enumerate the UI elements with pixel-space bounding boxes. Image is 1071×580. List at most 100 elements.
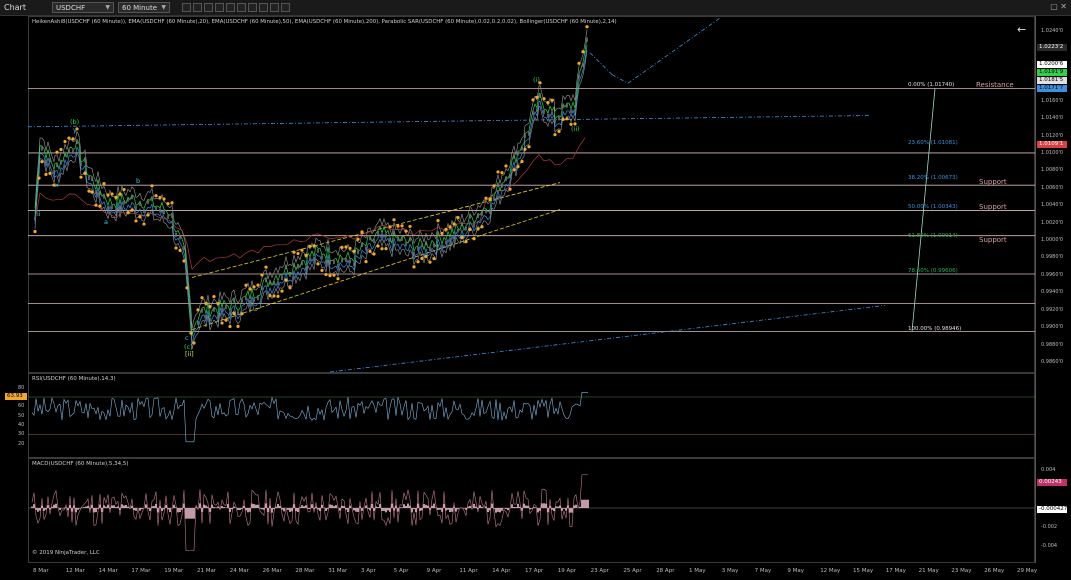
parabolic-sar-dot xyxy=(33,229,37,234)
heiken-ashi-candle xyxy=(369,236,371,241)
price-tick: 0.9940'0 xyxy=(1041,289,1064,296)
heiken-ashi-candle xyxy=(99,190,101,195)
parabolic-sar-dot xyxy=(476,227,480,231)
parabolic-sar-dot xyxy=(166,202,170,206)
macd-histogram-bar xyxy=(407,503,409,508)
heiken-ashi-candle xyxy=(513,154,515,159)
parabolic-sar-dot xyxy=(71,137,75,141)
parabolic-sar-dot xyxy=(87,189,91,193)
wave-label: ii xyxy=(37,210,41,218)
price-tick: 1.0160'0 xyxy=(1041,97,1064,104)
parabolic-sar-dot xyxy=(182,259,186,263)
parabolic-sar-dot xyxy=(464,240,468,244)
wave-label: (ii) xyxy=(571,125,580,133)
price-tag: 1.0223'2 xyxy=(1037,44,1067,51)
parabolic-sar-dot xyxy=(531,98,535,102)
heiken-ashi-candle xyxy=(485,209,487,214)
macd-histogram-bar xyxy=(107,504,109,508)
macd-histogram-bar xyxy=(537,508,539,513)
macd-histogram-bar xyxy=(465,508,467,510)
macd-histogram-bar xyxy=(491,503,493,508)
macd-histogram-bar xyxy=(475,506,477,508)
heiken-ashi-candle xyxy=(151,196,153,201)
macd-histogram-bar xyxy=(121,504,123,508)
heiken-ashi-candle xyxy=(317,248,319,253)
macd-histogram-bar xyxy=(541,503,543,508)
macd-histogram-bar xyxy=(125,504,127,508)
macd-histogram-bar xyxy=(145,504,147,508)
macd-histogram-bar xyxy=(423,504,425,508)
price-tag: 1.0191'9 xyxy=(1037,69,1067,76)
macd-histogram-bar xyxy=(83,507,85,508)
macd-histogram-bar xyxy=(331,504,333,508)
heiken-ashi-candle xyxy=(53,170,55,175)
macd-histogram-bar xyxy=(481,506,483,508)
rsi-tick: 20 xyxy=(18,440,25,447)
heiken-ashi-candle xyxy=(285,265,287,270)
heiken-ashi-candle xyxy=(115,208,117,213)
parabolic-sar-dot xyxy=(557,129,561,133)
macd-histogram-bar xyxy=(581,499,583,508)
bollinger-lower xyxy=(34,50,588,350)
parabolic-sar-dot xyxy=(200,296,204,300)
macd-histogram-bar xyxy=(59,508,61,510)
parabolic-sar-dot xyxy=(98,204,102,208)
macd-histogram-bar xyxy=(237,508,239,511)
macd-tick: -0.004 xyxy=(1041,543,1058,549)
heiken-ashi-candle xyxy=(289,272,291,277)
macd-histogram-bar xyxy=(85,506,87,508)
heiken-ashi-candle xyxy=(111,205,113,210)
macd-histogram-bar xyxy=(527,505,529,508)
heiken-ashi-candle xyxy=(341,258,343,263)
date-tick: 14 Mar xyxy=(98,568,118,574)
macd-histogram-bar xyxy=(455,508,457,512)
price-tick: 0.9980'0 xyxy=(1041,254,1064,261)
heiken-ashi-candle xyxy=(313,256,315,261)
heiken-ashi-candle xyxy=(281,276,283,281)
date-tick: 9 Apr xyxy=(426,568,442,574)
parabolic-sar-dot xyxy=(452,222,456,226)
back-arrow-icon[interactable]: ← xyxy=(1017,23,1026,36)
heiken-ashi-candle xyxy=(365,246,367,251)
parabolic-sar-dot xyxy=(380,247,384,251)
parabolic-sar-dot xyxy=(110,192,114,196)
heiken-ashi-candle xyxy=(413,251,415,256)
heiken-ashi-candle xyxy=(68,149,70,154)
macd-histogram-bar xyxy=(93,508,95,513)
heiken-ashi-candle xyxy=(361,243,363,248)
heiken-ashi-candle xyxy=(261,286,263,291)
rsi-tick: 80 xyxy=(18,384,25,391)
date-tick: 17 May xyxy=(885,568,906,574)
heiken-ashi-candle xyxy=(421,243,423,248)
parabolic-sar-dot xyxy=(388,225,392,229)
parabolic-sar-dot xyxy=(328,274,332,278)
sr-label: Support xyxy=(979,203,1007,212)
wave-label: c xyxy=(185,334,189,342)
parabolic-sar-dot xyxy=(244,283,248,287)
heiken-ashi-candle xyxy=(241,298,243,303)
macd-histogram-bar xyxy=(255,504,257,508)
heiken-ashi-candle xyxy=(547,113,549,118)
projection-line xyxy=(611,74,629,84)
parabolic-sar-dot xyxy=(272,294,276,298)
heiken-ashi-candle xyxy=(80,162,82,167)
heiken-ashi-candle xyxy=(489,210,491,215)
parabolic-sar-dot xyxy=(204,301,208,305)
heiken-ashi-candle xyxy=(64,152,66,157)
macd-histogram-bar xyxy=(425,504,427,508)
parabolic-sar-dot xyxy=(460,235,464,240)
parabolic-sar-dot xyxy=(208,304,212,309)
parabolic-sar-dot xyxy=(90,190,94,194)
parabolic-sar-dot xyxy=(284,278,288,282)
macd-histogram-bar xyxy=(403,504,405,508)
price-tag: 1.0200'6 xyxy=(1037,61,1067,68)
parabolic-sar-dot xyxy=(308,244,312,248)
parabolic-sar-dot xyxy=(436,219,440,223)
heiken-ashi-candle xyxy=(72,149,74,154)
parabolic-sar-dot xyxy=(146,213,150,217)
parabolic-sar-dot xyxy=(118,192,122,196)
heiken-ashi-candle xyxy=(123,200,125,205)
macd-histogram-bar xyxy=(305,505,307,508)
macd-histogram-bar xyxy=(587,499,589,508)
parabolic-sar-dot xyxy=(384,247,388,251)
